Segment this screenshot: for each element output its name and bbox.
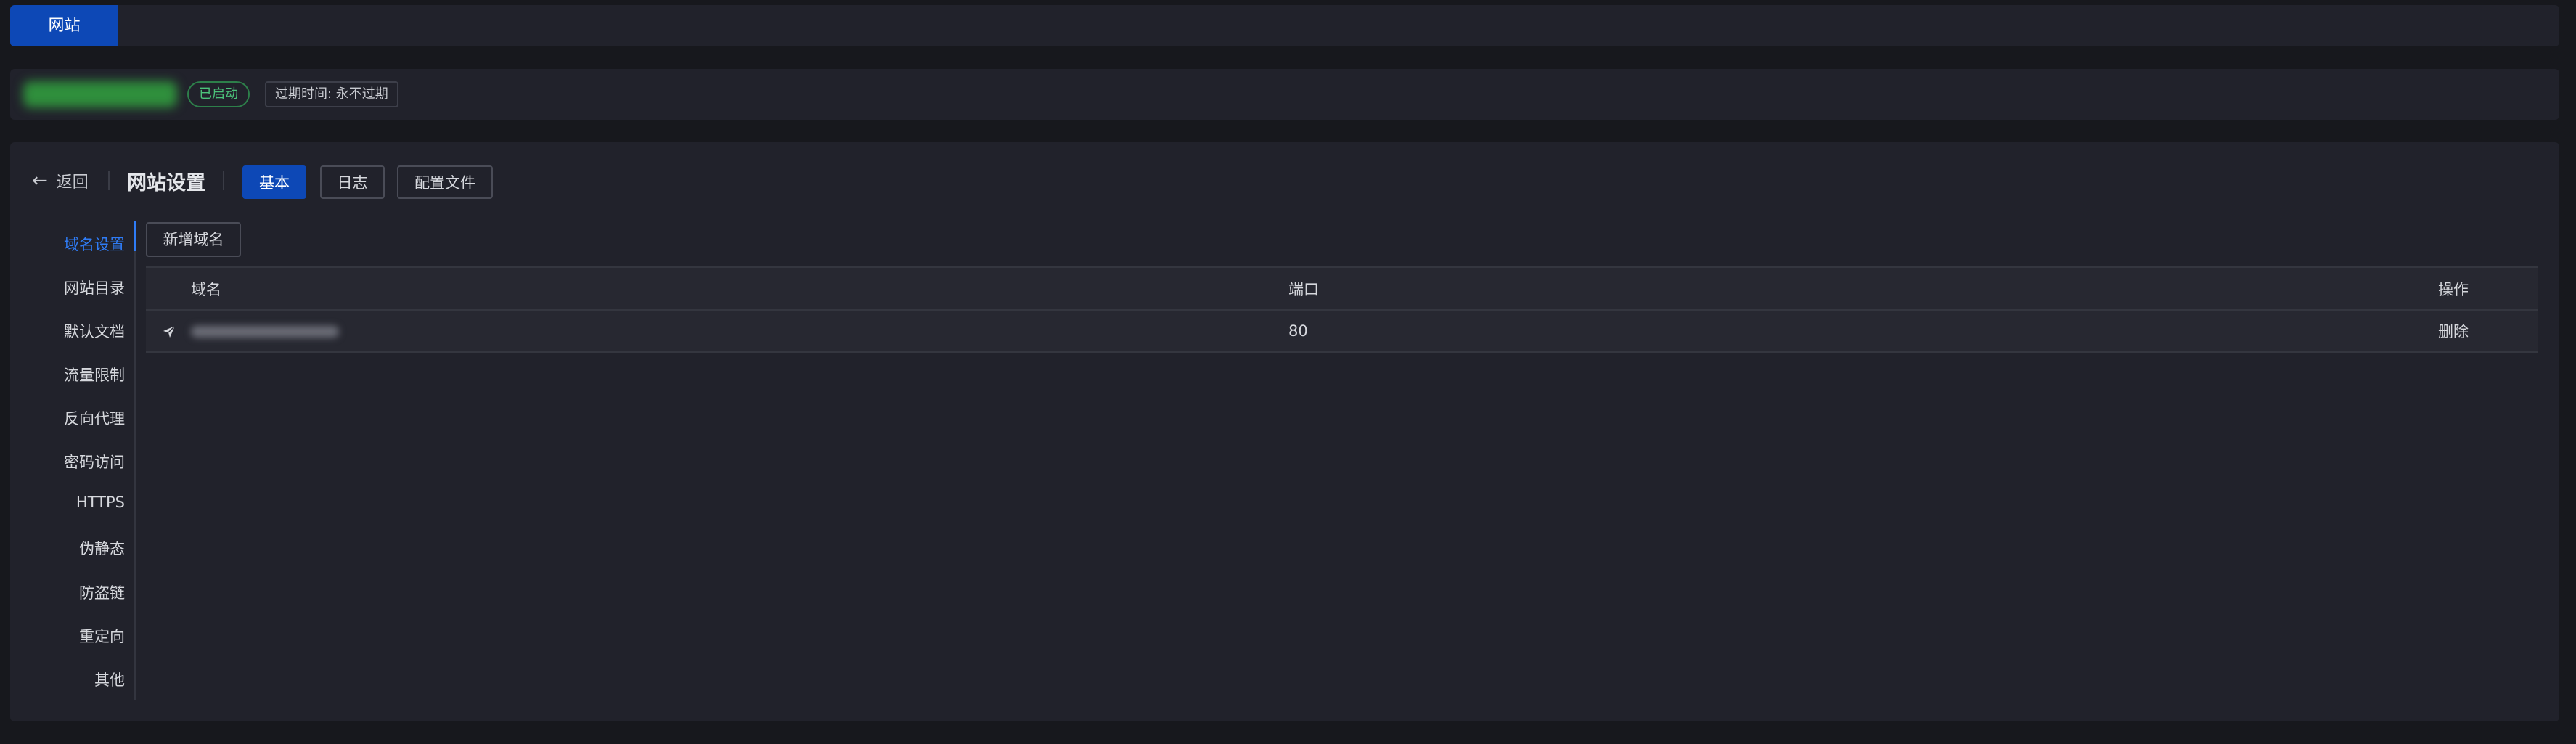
top-tab-bar: 网站 bbox=[10, 5, 2559, 46]
mode-log-button[interactable]: 日志 bbox=[320, 165, 385, 199]
divider bbox=[108, 171, 110, 190]
table-header: 域名 端口 操作 bbox=[146, 266, 2538, 311]
nav-item-other[interactable]: 其他 bbox=[94, 669, 125, 690]
site-info-bar: 已启动 过期时间: 永不过期 bbox=[10, 69, 2559, 120]
page-title: 网站设置 bbox=[127, 172, 205, 195]
port-value: 80 bbox=[1288, 322, 1308, 340]
site-settings-panel: ← 返回 网站设置 基本 日志 配置文件 域名设置 网站目录 默认文档 流量限制… bbox=[10, 142, 2559, 721]
nav-item-default-document[interactable]: 默认文档 bbox=[64, 320, 125, 342]
status-badge: 已启动 bbox=[187, 81, 250, 107]
nav-item-hotlink-protection[interactable]: 防盗链 bbox=[79, 581, 125, 603]
mode-basic-button[interactable]: 基本 bbox=[242, 165, 306, 199]
nav-item-https[interactable]: HTTPS bbox=[76, 494, 125, 511]
delete-button[interactable]: 删除 bbox=[2438, 311, 2469, 351]
nav-item-site-directory[interactable]: 网站目录 bbox=[64, 277, 125, 298]
site-name-redacted bbox=[23, 81, 177, 107]
arrow-left-icon: ← bbox=[32, 170, 48, 192]
column-header-domain: 域名 bbox=[191, 280, 221, 298]
nav-item-rewrite[interactable]: 伪静态 bbox=[79, 537, 125, 559]
column-header-action: 操作 bbox=[2438, 280, 2469, 298]
table-row: 80 删除 bbox=[146, 311, 2538, 353]
domain-value-redacted bbox=[191, 326, 339, 338]
nav-item-password-access[interactable]: 密码访问 bbox=[64, 451, 125, 473]
back-label: 返回 bbox=[56, 173, 89, 192]
mode-config-file-button[interactable]: 配置文件 bbox=[397, 165, 493, 199]
side-nav-active-indicator bbox=[134, 221, 136, 251]
domain-table: 域名 端口 操作 80 删除 bbox=[146, 266, 2538, 353]
expire-badge: 过期时间: 永不过期 bbox=[265, 81, 398, 107]
add-domain-button[interactable]: 新增域名 bbox=[146, 222, 241, 257]
nav-item-reverse-proxy[interactable]: 反向代理 bbox=[64, 407, 125, 429]
side-nav-divider bbox=[134, 221, 136, 700]
nav-item-redirect[interactable]: 重定向 bbox=[79, 625, 125, 647]
nav-item-traffic-limit[interactable]: 流量限制 bbox=[64, 364, 125, 385]
send-icon bbox=[163, 325, 176, 338]
divider bbox=[223, 171, 224, 190]
column-header-port: 端口 bbox=[1288, 280, 1319, 298]
nav-item-domain-settings[interactable]: 域名设置 bbox=[64, 233, 125, 255]
tab-website[interactable]: 网站 bbox=[10, 5, 118, 46]
back-button[interactable]: ← 返回 bbox=[32, 170, 89, 192]
